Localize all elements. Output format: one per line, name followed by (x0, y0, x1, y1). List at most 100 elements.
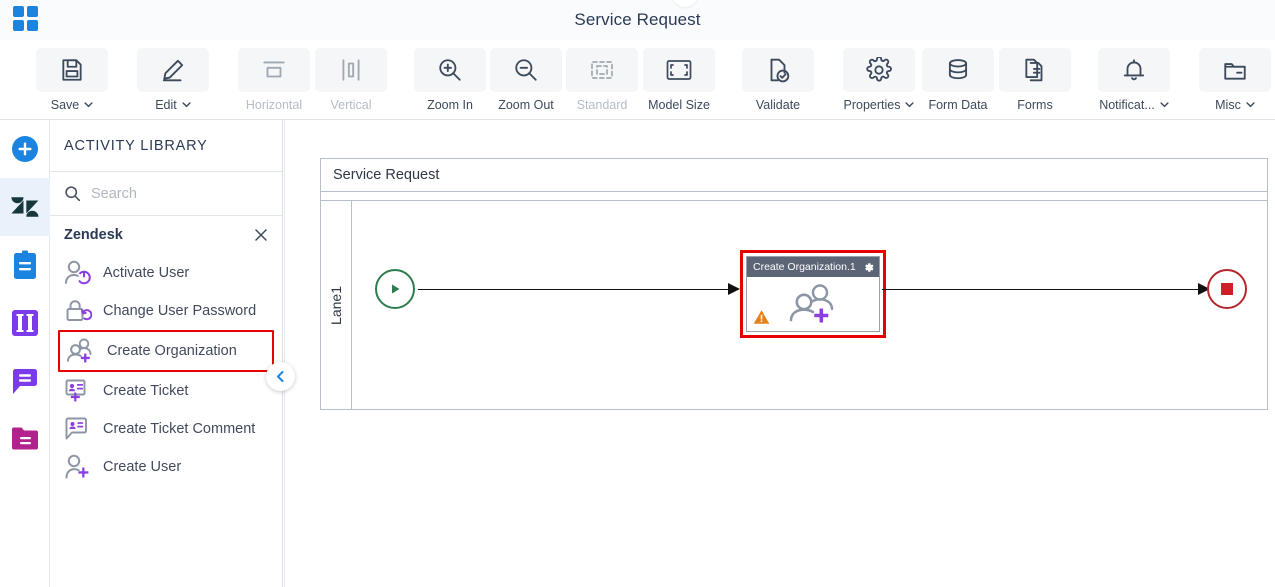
toolbar-button-standard: Standard (566, 48, 638, 112)
zoom-out-icon (490, 48, 562, 92)
toolbar-button-label: Model Size (648, 98, 710, 112)
forms-icon (999, 48, 1071, 92)
toolbar-button-label: Horizontal (245, 98, 303, 112)
activity-item-label: Create User (103, 458, 182, 475)
chevron-down-icon (1160, 98, 1169, 112)
stop-square-icon (1221, 283, 1233, 295)
task-header: Create Organization.1 (747, 257, 879, 277)
rail-item-folders[interactable] (0, 410, 50, 468)
search-input[interactable] (91, 185, 241, 202)
activity-item-label: Change User Password (103, 302, 257, 319)
standard-icon (566, 48, 638, 92)
panel-collapse-button[interactable] (266, 362, 295, 391)
toolbar: Save Edit Horizontal Vertical Zoom In Zoom Ou… (0, 40, 1275, 120)
toolbar-button-label: Edit (155, 98, 177, 112)
clipboard-icon (12, 250, 38, 280)
activity-item-create-ticket-comment[interactable]: Create Ticket Comment (50, 410, 282, 448)
create-ticket-comment-icon (64, 416, 92, 442)
misc-folder-icon (1199, 48, 1271, 92)
activity-item-label: Create Organization (107, 342, 237, 359)
activity-item-create-ticket[interactable]: Create Ticket (50, 372, 282, 410)
pool-title: Service Request (321, 159, 1267, 192)
model-size-icon (643, 48, 715, 92)
sequence-flow-2[interactable] (882, 289, 1204, 290)
task-create-organization[interactable]: Create Organization.1 (740, 250, 886, 338)
toolbar-button-model-size[interactable]: Model Size (643, 48, 715, 112)
toolbar-button-vertical: Vertical (315, 48, 387, 112)
toolbar-button-zoom-in[interactable]: Zoom In (414, 48, 486, 112)
rail-item-columns[interactable] (0, 294, 50, 352)
save-icon (36, 48, 108, 92)
folder-icon (11, 426, 39, 452)
pool-strip (321, 192, 1267, 201)
toolbar-button-label: Zoom In (427, 98, 473, 112)
toolbar-button-edit[interactable]: Edit (137, 48, 209, 112)
create-organization-icon (66, 338, 96, 364)
activity-list: Activate User Change User Password Create … (50, 254, 282, 486)
toolbar-button-form-data[interactable]: Form Data (922, 48, 994, 112)
group-name: Zendesk (64, 227, 123, 243)
toolbar-button-label: Notificat... (1099, 98, 1155, 112)
toolbar-button-horizontal: Horizontal (238, 48, 310, 112)
group-header-zendesk[interactable]: Zendesk (50, 216, 282, 254)
lane[interactable]: Lane1 Create Organization.1 (321, 201, 1267, 409)
chevron-down-icon (84, 98, 93, 112)
toolbar-button-label: Validate (755, 98, 801, 112)
search-row (50, 172, 282, 216)
toolbar-button-properties[interactable]: Properties (843, 48, 915, 112)
lane-body[interactable]: Create Organization.1 (352, 201, 1267, 409)
application-window: Service Request Save Edit Horizontal Vertic… (0, 0, 1275, 587)
toolbar-button-label: Vertical (330, 98, 372, 112)
activity-item-label: Create Ticket (103, 382, 189, 399)
activate-user-icon (64, 260, 92, 286)
sequence-flow-1[interactable] (418, 289, 728, 290)
rail-item-add-button[interactable] (0, 120, 50, 178)
bell-icon (1098, 48, 1170, 92)
rail-item-tasks-clipboard[interactable] (0, 236, 50, 294)
activity-item-change-user-password[interactable]: Change User Password (50, 292, 282, 330)
toolbar-button-forms[interactable]: Forms (999, 48, 1071, 112)
rail-item-messages[interactable] (0, 352, 50, 410)
task-title: Create Organization.1 (753, 261, 856, 273)
diagram-canvas[interactable]: Service Request Lane1 Create Organizatio… (284, 120, 1275, 587)
toolbar-button-zoom-out[interactable]: Zoom Out (490, 48, 562, 112)
toolbar-button-label: Properties (843, 98, 901, 112)
gear-icon[interactable] (862, 261, 875, 274)
edit-pencil-icon (137, 48, 209, 92)
activity-item-create-user[interactable]: Create User (50, 448, 282, 486)
task-body (747, 277, 879, 331)
pillars-icon (11, 309, 39, 337)
toolbar-button-label: Save (50, 98, 80, 112)
panel-title: ACTIVITY LIBRARY (50, 120, 282, 172)
activity-item-activate-user[interactable]: Activate User (50, 254, 282, 292)
vertical-icon (315, 48, 387, 92)
gear-icon (843, 48, 915, 92)
toolbar-button-label: Form Data (928, 98, 988, 112)
close-icon[interactable] (254, 228, 268, 242)
activity-item-label: Create Ticket Comment (103, 420, 256, 437)
end-event[interactable] (1207, 269, 1247, 309)
toolbar-button-notificat[interactable]: Notificat... (1098, 48, 1170, 112)
icon-rail (0, 120, 50, 587)
create-user-icon (64, 454, 92, 480)
toolbar-button-save[interactable]: Save (36, 48, 108, 112)
toolbar-button-validate[interactable]: Validate (742, 48, 814, 112)
toolbar-button-misc[interactable]: Misc (1199, 48, 1271, 112)
activity-item-create-organization[interactable]: Create Organization (58, 330, 274, 372)
start-event[interactable] (375, 269, 415, 309)
arrowhead-1 (728, 283, 740, 295)
zoom-in-icon (414, 48, 486, 92)
database-icon (922, 48, 994, 92)
toolbar-button-label: Zoom Out (498, 98, 554, 112)
page-title: Service Request (574, 10, 701, 29)
create-organization-icon (786, 283, 840, 325)
toolbar-button-label: Forms (1017, 98, 1053, 112)
lane-label: Lane1 (321, 201, 352, 409)
change-password-icon (64, 298, 92, 324)
toolbar-button-label: Standard (576, 98, 628, 112)
chat-bubble-icon (11, 368, 39, 395)
rail-item-zendesk-connector[interactable] (0, 178, 50, 236)
pool[interactable]: Service Request Lane1 Create Organizatio… (320, 158, 1268, 410)
activity-library-panel: ACTIVITY LIBRARY Zendesk Activate User Ch… (50, 120, 283, 587)
chevron-down-icon (1246, 98, 1255, 112)
